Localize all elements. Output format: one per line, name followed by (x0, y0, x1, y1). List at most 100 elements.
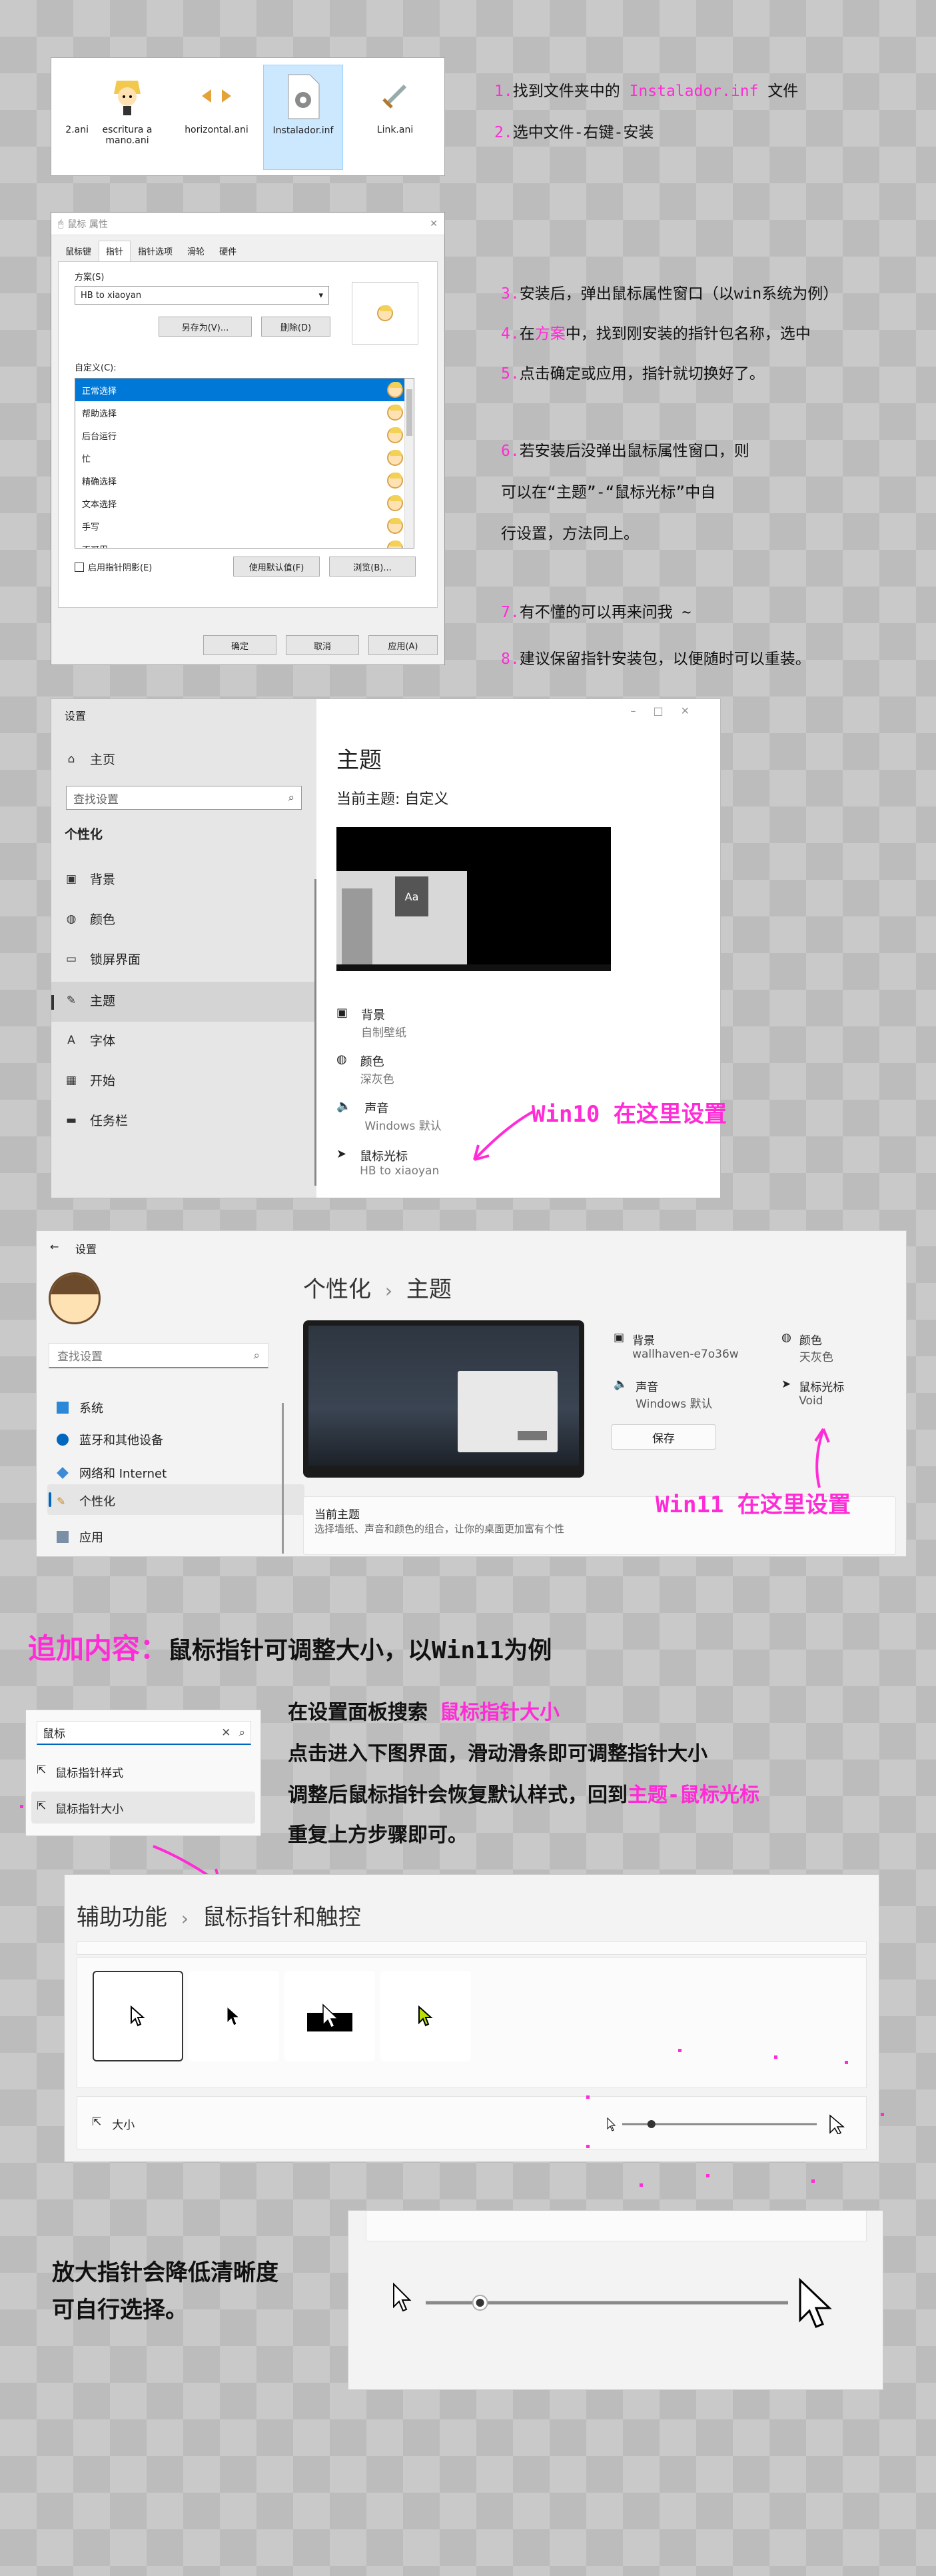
pointer-style-inverted[interactable] (284, 1971, 375, 2061)
size-slider[interactable] (604, 2114, 857, 2134)
theme-option-sound[interactable]: 🔈 声音 Windows 默认 (336, 1099, 442, 1133)
search-input[interactable]: 鼠标 ✕ ⌕ (37, 1721, 251, 1745)
list-item[interactable]: 精确选择 (75, 469, 414, 492)
tab-buttons[interactable]: 鼠标键 (58, 241, 99, 261)
nav-background[interactable]: ▣ 背景 (65, 870, 115, 888)
size-label-group: ⇱ 大小 (92, 2115, 135, 2132)
tab-hardware[interactable]: 硬件 (212, 241, 244, 261)
step-text: 点击确定或应用，指针就切换好了。 (519, 365, 765, 383)
save-button[interactable]: 保存 (611, 1424, 716, 1450)
file-item[interactable]: escritura a mano.ani (87, 65, 167, 170)
brush-icon: ✎ (66, 993, 77, 1007)
theme-option-color[interactable]: ◍ 颜色 深灰色 (336, 1052, 394, 1086)
theme-card-sound[interactable]: 🔈 声音 Windows 默认 (614, 1378, 712, 1411)
apply-button[interactable]: 应用(A) (368, 635, 438, 655)
current-theme-label: 当前主题: 自定义 (336, 791, 449, 808)
list-item[interactable]: 不可用 (75, 537, 414, 548)
search-result-selected[interactable]: ⇱ 鼠标指针大小 (37, 1800, 123, 1816)
nav-network[interactable]: 网络和 Internet (57, 1464, 167, 1482)
pointer-style-black[interactable] (189, 1971, 279, 2061)
slider-thumb[interactable] (647, 2120, 656, 2128)
scheme-select[interactable]: HB to xiaoyan ▾ (75, 286, 329, 305)
list-item[interactable]: 正常选择 (75, 379, 414, 401)
character-cursor-icon (387, 382, 403, 398)
breadcrumb-parent[interactable]: 个性化 (303, 1276, 371, 1303)
list-item[interactable]: 手写 (75, 515, 414, 537)
nav-fonts[interactable]: A 字体 (65, 1031, 115, 1049)
search-input[interactable]: 查找设置 ⌕ (66, 786, 302, 810)
breadcrumb: 辅助功能 › 鼠标指针和触控 (77, 1899, 361, 1932)
sidebar-scrollbar[interactable] (282, 1403, 284, 1554)
tab-wheel[interactable]: 滑轮 (180, 241, 212, 261)
theme-card-color[interactable]: ◍ 颜色 天灰色 (781, 1331, 833, 1364)
tab-pointers[interactable]: 指针 (99, 241, 131, 261)
speaker-icon: 🔈 (614, 1378, 628, 1391)
step-text: 文件 (758, 83, 799, 100)
list-item[interactable]: 后台运行 (75, 424, 414, 447)
browse-button[interactable]: 浏览(B)... (329, 557, 416, 577)
list-item[interactable]: 帮助选择 (75, 401, 414, 424)
avatar[interactable] (49, 1272, 101, 1324)
step-number: 6. (501, 443, 520, 460)
nav-label: 主题 (90, 994, 116, 1008)
clear-icon[interactable]: ✕ (221, 1726, 231, 1740)
save-as-button[interactable]: 另存为(V)... (159, 317, 252, 337)
nav-apps[interactable]: 应用 (57, 1528, 103, 1546)
preview-window: Aa (336, 871, 467, 971)
file-item-selected[interactable]: Instalador.inf (263, 65, 343, 170)
pointer-style-white[interactable] (93, 1971, 183, 2061)
character-cursor-icon (387, 518, 403, 534)
theme-option-background[interactable]: ▣ 背景 自制壁纸 (336, 1006, 406, 1040)
file-item[interactable]: horizontal.ani (177, 65, 256, 170)
zoom-note-line-1: 放大指针会降低清晰度 (52, 2259, 278, 2286)
chevron-right-icon: › (384, 1280, 393, 1302)
cursor-icon: ➤ (781, 1378, 791, 1391)
nav-start[interactable]: ▦ 开始 (65, 1071, 115, 1089)
nav-label: 网络和 Internet (79, 1467, 167, 1481)
nav-home[interactable]: ⌂ 主页 (65, 750, 115, 768)
shadow-checkbox[interactable]: 启用指针阴影(E) (75, 561, 152, 573)
theme-option-mouse-cursor[interactable]: ➤ 鼠标光标 HB to xiaoyan (336, 1147, 439, 1178)
nav-label: 开始 (90, 1074, 116, 1088)
theme-card-background[interactable]: ▣ 背景 wallhaven-e7o36w (614, 1331, 739, 1361)
pointer-style-custom[interactable] (380, 1971, 471, 2061)
close-icon[interactable]: ✕ (430, 219, 438, 229)
nav-lock-screen[interactable]: ▭ 锁屏界面 (65, 950, 141, 968)
nav-bluetooth[interactable]: 蓝牙和其他设备 (57, 1431, 163, 1448)
ok-button[interactable]: 确定 (203, 635, 276, 655)
checkbox-box[interactable] (75, 562, 84, 572)
size-slider-zoomed[interactable] (388, 2277, 841, 2331)
breadcrumb-parent[interactable]: 辅助功能 (77, 1904, 167, 1931)
chevron-right-icon: › (181, 1908, 189, 1930)
cursor-list[interactable]: 正常选择 帮助选择 后台运行 忙 精确选择 文本选择 手写 不可用 (75, 378, 414, 549)
search-result-label: 鼠标指针大小 (55, 1803, 124, 1816)
use-default-button[interactable]: 使用默认值(F) (233, 557, 320, 577)
step-text: 若安装后没弹出鼠标属性窗口，则 (519, 443, 749, 460)
nav-personalization[interactable]: ✎ 个性化 (57, 1492, 115, 1510)
window-controls[interactable]: –□✕ (630, 704, 707, 717)
tab-pointer-options[interactable]: 指针选项 (131, 241, 180, 261)
search-input[interactable]: 查找设置 ⌕ (49, 1343, 268, 1368)
nav-colors[interactable]: ◍ 颜色 (65, 910, 115, 928)
list-scrollbar[interactable] (404, 379, 414, 548)
step-7: 7.有不懂的可以再来问我 ~ (501, 604, 691, 623)
dialog-tabs: 鼠标键 指针 指针选项 滑轮 硬件 (51, 235, 444, 261)
nav-taskbar[interactable]: ▬ 任务栏 (65, 1111, 128, 1129)
breadcrumb-current: 鼠标指针和触控 (202, 1904, 361, 1931)
scrollbar-thumb[interactable] (406, 389, 412, 436)
list-item[interactable]: 文本选择 (75, 492, 414, 515)
file-item[interactable]: 2.ani (11, 65, 91, 170)
list-item[interactable]: 忙 (75, 447, 414, 469)
back-arrow-icon[interactable]: ← (50, 1240, 59, 1253)
list-item-label: 帮助选择 (82, 409, 117, 419)
step-2: 2.选中文件-右键-安装 (494, 124, 654, 143)
delete-button[interactable]: 删除(D) (261, 317, 330, 337)
search-result[interactable]: ⇱ 鼠标指针样式 (37, 1764, 123, 1780)
file-item[interactable]: Link.ani (355, 65, 435, 170)
character-cursor-icon (387, 405, 403, 421)
nav-themes[interactable]: ✎ 主题 (65, 991, 115, 1009)
theme-card-mouse-cursor[interactable]: ➤ 鼠标光标 Void (781, 1378, 844, 1408)
cancel-button[interactable]: 取消 (286, 635, 359, 655)
search-placeholder: 查找设置 (73, 792, 119, 806)
nav-system[interactable]: 系统 (57, 1399, 103, 1416)
